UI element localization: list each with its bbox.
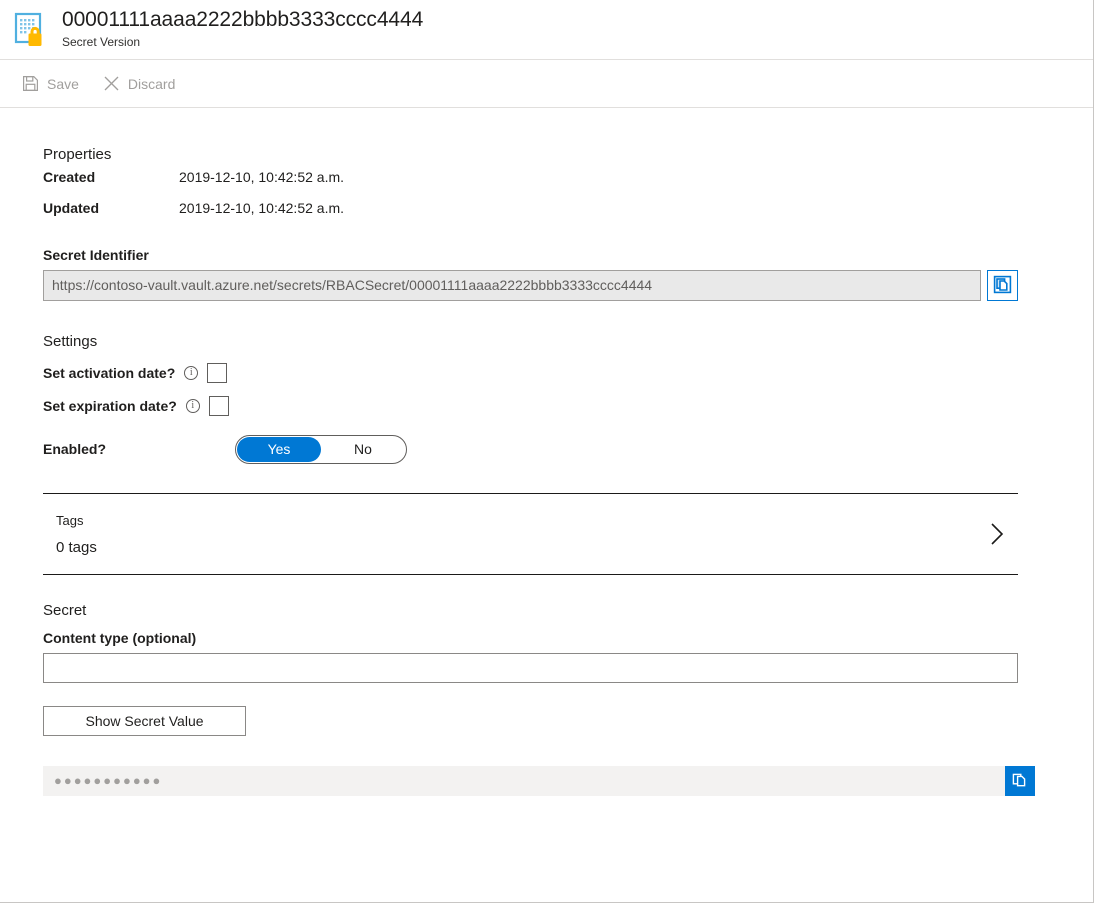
set-expiration-date-label: Set expiration date?: [43, 397, 177, 414]
updated-value: 2019-12-10, 10:42:52 a.m.: [179, 200, 345, 216]
close-x-icon: [103, 75, 120, 92]
content-type-label: Content type (optional): [43, 630, 197, 646]
blade-content: Properties Created 2019-12-10, 10:42:52 …: [0, 108, 1093, 796]
enabled-label: Enabled?: [43, 441, 107, 457]
created-value: 2019-12-10, 10:42:52 a.m.: [179, 169, 345, 185]
settings-section-title: Settings: [43, 333, 98, 350]
copy-secret-identifier-button[interactable]: [987, 270, 1018, 301]
copy-secret-value-button[interactable]: [1005, 766, 1035, 796]
tags-count: 0 tags: [56, 538, 97, 556]
updated-row: Updated 2019-12-10, 10:42:52 a.m.: [43, 200, 1093, 231]
chevron-right-icon[interactable]: [989, 521, 1005, 547]
copy-icon: [993, 275, 1012, 297]
blade-header: 00001111aaaa2222bbbb3333cccc4444 Secret …: [0, 0, 1093, 60]
created-label: Created: [43, 169, 96, 185]
created-row: Created 2019-12-10, 10:42:52 a.m.: [43, 169, 1093, 200]
enabled-row: Enabled? Yes No: [43, 434, 1093, 464]
secret-key-lock-icon: [13, 11, 51, 49]
set-activation-date-label: Set activation date?: [43, 364, 176, 381]
tags-section[interactable]: Tags 0 tags: [43, 493, 1018, 575]
header-title-block: 00001111aaaa2222bbbb3333cccc4444 Secret …: [62, 7, 423, 52]
discard-label: Discard: [127, 75, 176, 92]
save-floppy-icon: [22, 75, 39, 92]
secret-identifier-input[interactable]: https://contoso-vault.vault.azure.net/se…: [43, 270, 981, 301]
save-label: Save: [47, 75, 79, 92]
tags-label: Tags: [56, 512, 84, 528]
set-activation-date-row: Set activation date? i: [43, 356, 1093, 389]
secret-identifier-label: Secret Identifier: [43, 247, 149, 263]
set-activation-date-checkbox[interactable]: [207, 362, 228, 383]
updated-label: Updated: [43, 200, 99, 216]
tags-texts: Tags 0 tags: [56, 513, 97, 556]
page-subtitle: Secret Version: [62, 35, 141, 49]
set-expiration-date-row: Set expiration date? i: [43, 389, 1093, 422]
set-expiration-date-checkbox[interactable]: [208, 395, 229, 416]
properties-section-title: Properties: [43, 146, 112, 163]
content-type-input[interactable]: [43, 653, 1018, 683]
secret-value-masked-field[interactable]: ●●●●●●●●●●●: [43, 766, 1005, 796]
info-icon[interactable]: i: [185, 398, 200, 413]
enabled-toggle-no[interactable]: No: [321, 437, 405, 462]
info-icon[interactable]: i: [184, 365, 199, 380]
enabled-toggle[interactable]: Yes No: [235, 434, 407, 464]
enabled-toggle-yes[interactable]: Yes: [237, 436, 321, 462]
command-toolbar: Save Discard: [0, 60, 1093, 108]
secret-version-blade: 00001111aaaa2222bbbb3333cccc4444 Secret …: [0, 0, 1094, 903]
secret-value-row: ●●●●●●●●●●●: [43, 766, 1035, 796]
page-title: 00001111aaaa2222bbbb3333cccc4444: [62, 8, 424, 31]
discard-button[interactable]: Discard: [93, 68, 185, 100]
copy-icon: [1011, 771, 1029, 792]
secret-identifier-row: https://contoso-vault.vault.azure.net/se…: [43, 270, 1018, 301]
secret-section-title: Secret: [43, 602, 87, 619]
show-secret-value-button[interactable]: Show Secret Value: [43, 706, 246, 736]
save-button[interactable]: Save: [12, 68, 89, 100]
